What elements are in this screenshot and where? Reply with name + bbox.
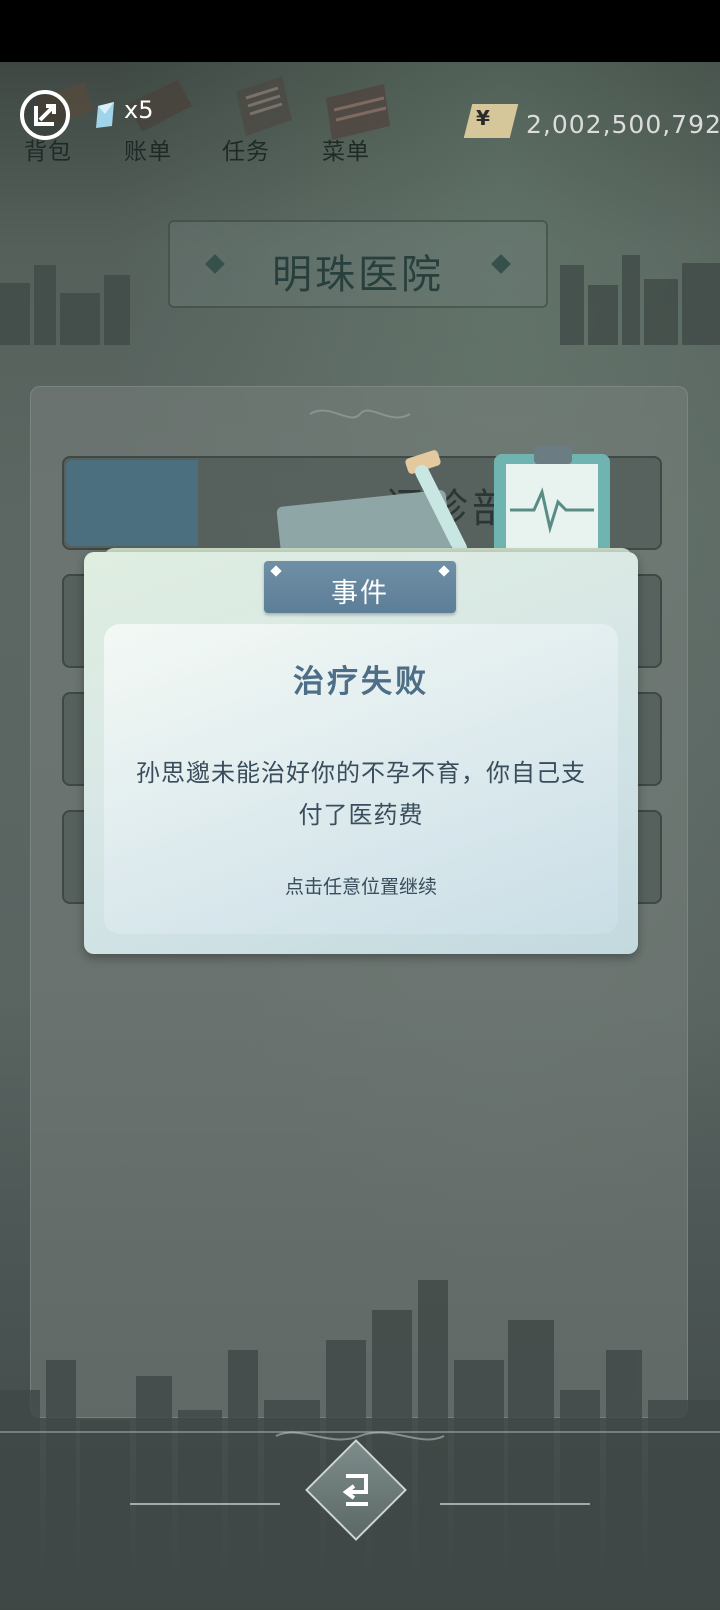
ornament-icon [309,409,411,419]
event-title: 治疗失败 [293,664,429,700]
status-bar [0,0,720,62]
event-tab: 事件 [264,561,456,613]
money-value: 2,002,500,792 [526,110,720,139]
event-body: 孙思邈未能治好你的不孕不育，你自己支付了医药费 [136,759,586,829]
event-tab-label: 事件 [331,578,389,609]
outpatient-icon [66,460,198,546]
gem-icon [96,102,114,128]
nav-bill-label[interactable]: 账单 [124,132,172,166]
exit-icon [34,104,56,126]
divider-line [440,1503,590,1505]
continue-hint[interactable]: 点击任意位置继续 [104,872,618,899]
nav-menu-label[interactable]: 菜单 [322,132,370,166]
return-icon [342,1474,368,1506]
nav-task-label[interactable]: 任务 [222,132,270,166]
exit-button[interactable] [20,90,70,140]
clipboard-heartbeat-icon [494,446,610,564]
divider-line [130,1503,280,1505]
money-tag [463,104,519,138]
hospital-title-box: 明珠医院 [168,220,548,308]
gem-count: x5 [124,96,154,124]
test-tube-icon [405,450,467,554]
yen-icon: ¥ [476,106,490,130]
hospital-title: 明珠医院 [272,252,444,298]
